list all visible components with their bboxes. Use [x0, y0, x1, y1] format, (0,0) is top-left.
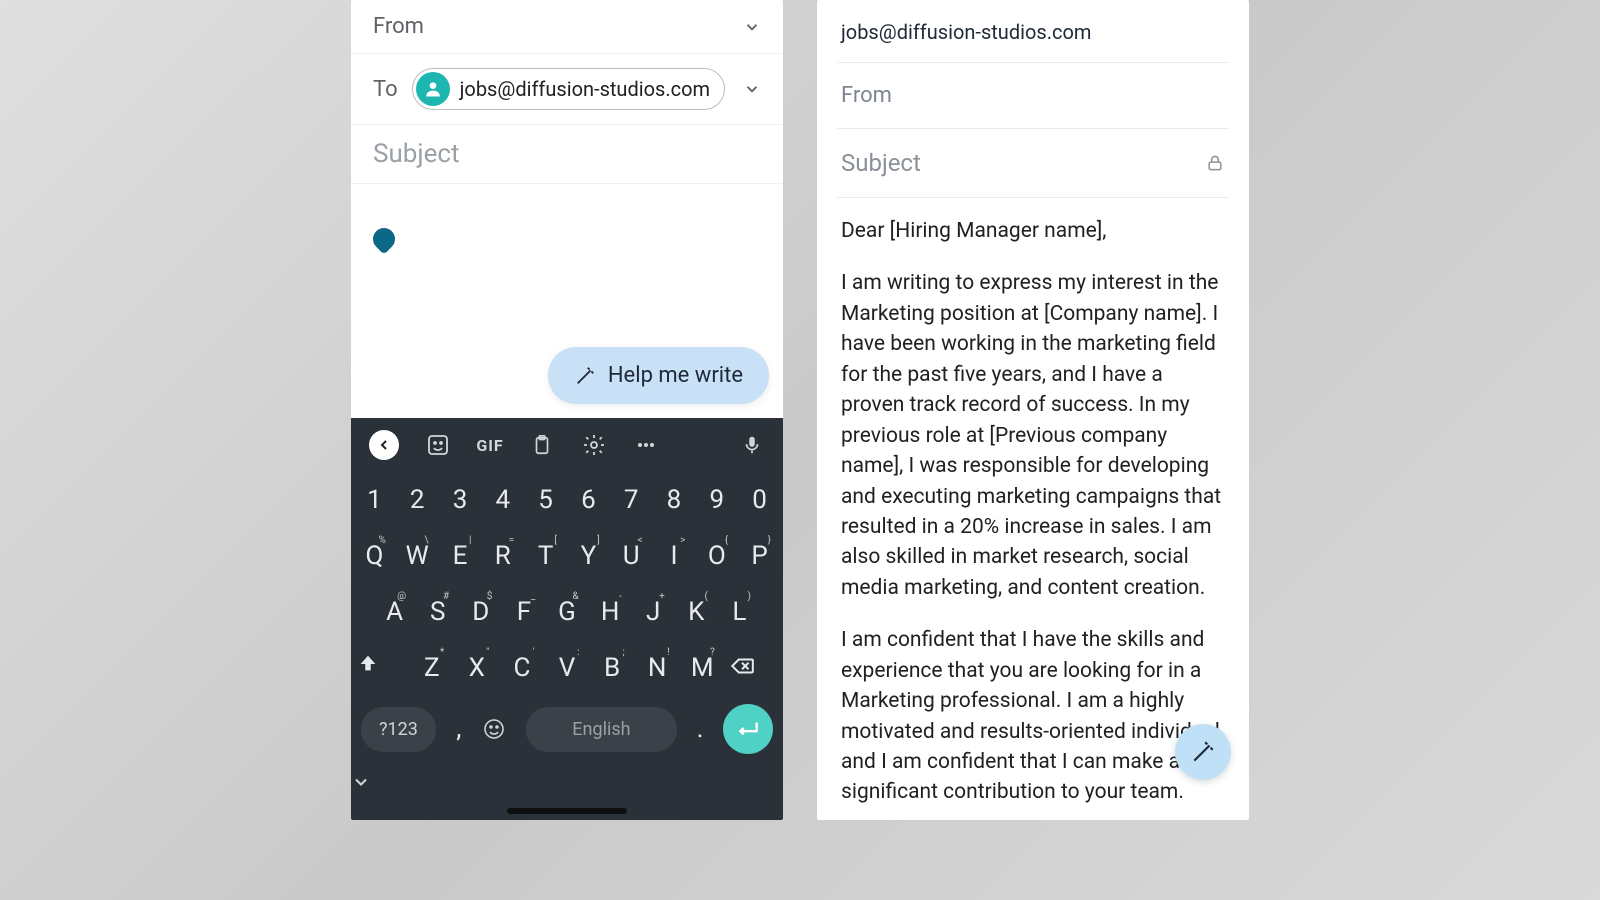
key-I[interactable]: I>	[657, 531, 692, 581]
from-row[interactable]: From	[351, 0, 783, 54]
space-key[interactable]: English	[526, 707, 677, 752]
key-A[interactable]: A@	[377, 587, 412, 637]
text-cursor-icon	[368, 223, 399, 254]
body-paragraph: I am confident that I have the skills an…	[841, 625, 1225, 808]
collapse-toolbar-icon[interactable]	[369, 430, 399, 460]
key-E[interactable]: E|	[443, 531, 478, 581]
period-key[interactable]: .	[685, 704, 715, 754]
collapse-keyboard-icon[interactable]	[351, 768, 783, 798]
mic-icon[interactable]	[739, 432, 765, 458]
key-H[interactable]: H-	[593, 587, 628, 637]
key-Z[interactable]: Z*	[413, 643, 450, 693]
key-L[interactable]: L)	[722, 587, 757, 637]
lock-icon	[1205, 153, 1225, 173]
key-J[interactable]: J+	[636, 587, 671, 637]
key-Q[interactable]: Q%	[357, 531, 392, 581]
subject-placeholder: Subject	[841, 149, 921, 177]
symbols-key[interactable]: ?123	[361, 707, 436, 752]
avatar-icon	[416, 72, 450, 106]
key-row-3: A@S#D$F_G&H-J+K(L)	[351, 584, 783, 640]
compose-phone-right: jobs@diffusion-studios.com From Subject …	[817, 0, 1249, 820]
emoji-key[interactable]	[482, 707, 518, 751]
clipboard-icon[interactable]	[529, 432, 555, 458]
recipient-email: jobs@diffusion-studios.com	[460, 77, 710, 101]
keyboard-toolbar: GIF	[351, 418, 783, 472]
key-3[interactable]: 3	[443, 475, 478, 525]
email-body[interactable]: Dear [Hiring Manager name], I am writing…	[837, 198, 1229, 820]
key-K[interactable]: K(	[679, 587, 714, 637]
soft-keyboard[interactable]: GIF 1234567890 Q%W\E|R=T[Y]U<I>O{P} A@S#…	[351, 418, 783, 820]
key-F[interactable]: F_	[506, 587, 541, 637]
from-field[interactable]: From	[837, 63, 1229, 129]
chevron-down-icon[interactable]	[743, 18, 761, 36]
to-label: To	[373, 77, 398, 102]
comma-key[interactable]: ,	[444, 704, 474, 754]
chevron-down-icon[interactable]	[743, 80, 761, 98]
subject-row[interactable]: Subject	[837, 129, 1229, 198]
compose-phone-left: From To jobs@diffusion-studios.com Subje…	[351, 0, 783, 820]
gif-icon[interactable]: GIF	[477, 432, 503, 458]
key-row-4: Z*X"C'V:B;N!M?	[351, 640, 783, 696]
key-M[interactable]: M?	[684, 643, 721, 693]
key-P[interactable]: P}	[742, 531, 777, 581]
wand-icon	[1190, 739, 1216, 765]
key-0[interactable]: 0	[742, 475, 777, 525]
key-8[interactable]: 8	[657, 475, 692, 525]
home-indicator[interactable]	[507, 808, 627, 814]
key-B[interactable]: B;	[594, 643, 631, 693]
key-6[interactable]: 6	[571, 475, 606, 525]
help-me-write-label: Help me write	[608, 363, 743, 388]
key-W[interactable]: W\	[400, 531, 435, 581]
subject-row[interactable]: Subject	[351, 125, 783, 184]
help-me-write-button[interactable]: Help me write	[548, 347, 769, 404]
to-email[interactable]: jobs@diffusion-studios.com	[837, 0, 1229, 63]
wand-icon	[574, 365, 596, 387]
key-Y[interactable]: Y]	[571, 531, 606, 581]
sticker-icon[interactable]	[425, 432, 451, 458]
key-T[interactable]: T[	[528, 531, 563, 581]
key-D[interactable]: D$	[463, 587, 498, 637]
to-row[interactable]: To jobs@diffusion-studios.com	[351, 54, 783, 125]
recipient-chip[interactable]: jobs@diffusion-studios.com	[412, 68, 725, 110]
enter-key[interactable]	[723, 704, 773, 754]
key-C[interactable]: C'	[503, 643, 540, 693]
key-9[interactable]: 9	[699, 475, 734, 525]
key-4[interactable]: 4	[485, 475, 520, 525]
backspace-key[interactable]	[729, 643, 777, 693]
compose-body[interactable]: Help me write	[351, 184, 783, 418]
key-row-bottom: ?123 , English .	[351, 696, 783, 768]
shift-key[interactable]	[357, 643, 405, 693]
body-paragraph: I am writing to express my interest in t…	[841, 268, 1225, 603]
key-row-2: Q%W\E|R=T[Y]U<I>O{P}	[351, 528, 783, 584]
help-me-write-fab[interactable]	[1175, 724, 1231, 780]
gear-icon[interactable]	[581, 432, 607, 458]
key-O[interactable]: O{	[699, 531, 734, 581]
key-S[interactable]: S#	[420, 587, 455, 637]
subject-placeholder: Subject	[373, 139, 460, 169]
key-R[interactable]: R=	[485, 531, 520, 581]
more-icon[interactable]	[633, 432, 659, 458]
key-7[interactable]: 7	[614, 475, 649, 525]
key-1[interactable]: 1	[357, 475, 392, 525]
key-V[interactable]: V:	[548, 643, 585, 693]
key-2[interactable]: 2	[400, 475, 435, 525]
key-row-numbers: 1234567890	[351, 472, 783, 528]
greeting: Dear [Hiring Manager name],	[841, 216, 1225, 246]
key-G[interactable]: G&	[549, 587, 584, 637]
from-label: From	[373, 14, 424, 39]
key-5[interactable]: 5	[528, 475, 563, 525]
key-N[interactable]: N!	[639, 643, 676, 693]
key-U[interactable]: U<	[614, 531, 649, 581]
key-X[interactable]: X"	[458, 643, 495, 693]
